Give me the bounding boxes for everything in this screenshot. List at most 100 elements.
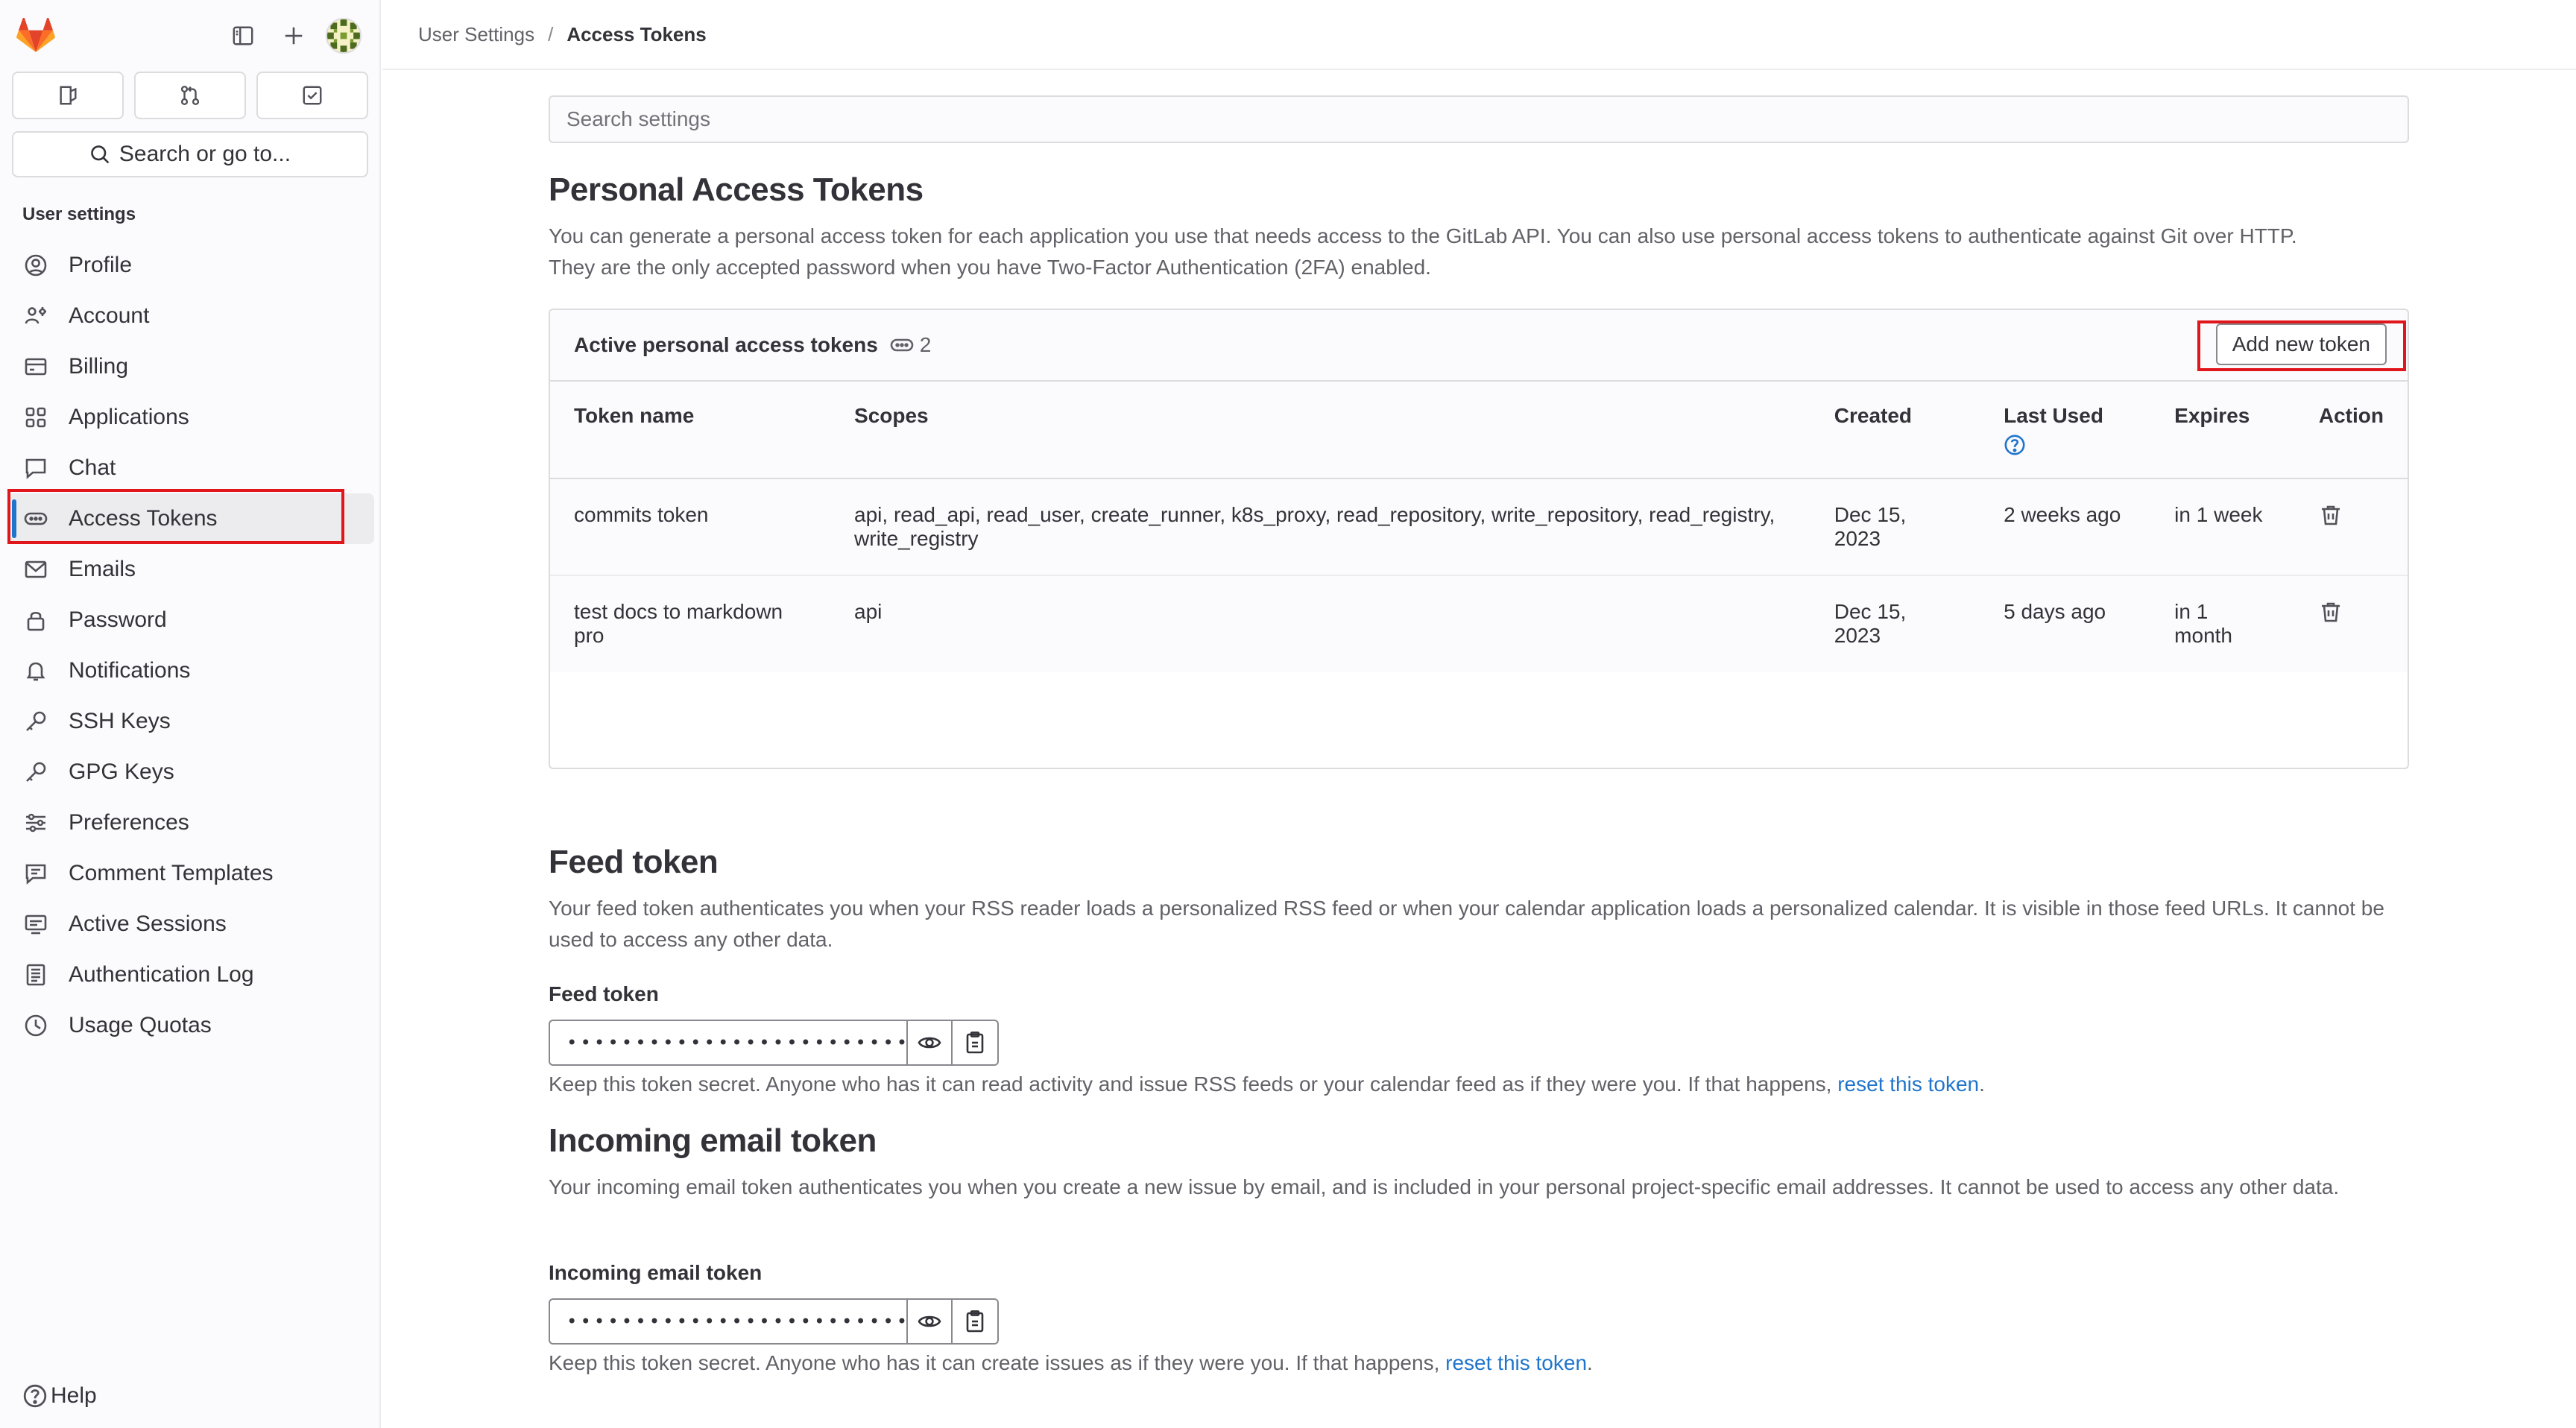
token-created-cell: Dec 15, 2023 bbox=[1810, 575, 1980, 672]
tokens-card-header: Active personal access tokens 2 Add new … bbox=[550, 310, 2408, 382]
sidebar-item-chat[interactable]: Chat bbox=[9, 443, 374, 493]
breadcrumb-current[interactable]: Access Tokens bbox=[566, 23, 706, 46]
pat-description-line2: They are the only accepted password when… bbox=[549, 256, 1431, 279]
trash-icon bbox=[2321, 602, 2340, 622]
preferences-icon bbox=[22, 809, 49, 836]
feed-token-title: Feed token bbox=[549, 844, 719, 880]
feed-token-description: Your feed token authenticates you when y… bbox=[549, 897, 2384, 951]
reset-feed-token-link[interactable]: reset this token bbox=[1837, 1072, 1979, 1096]
sidebar-item-profile[interactable]: Profile bbox=[9, 240, 374, 291]
token-name-cell: commits token bbox=[550, 478, 831, 576]
todo-button[interactable] bbox=[256, 72, 368, 119]
comment-icon bbox=[22, 860, 49, 887]
column-header-expires: Expires bbox=[2150, 382, 2295, 479]
sidebar-item-billing[interactable]: Billing bbox=[9, 341, 374, 392]
profile-icon bbox=[22, 252, 49, 279]
sidebar-heading: User settings bbox=[22, 204, 136, 224]
sidebar-item-ssh-keys[interactable]: SSH Keys bbox=[9, 696, 374, 747]
plus-icon[interactable] bbox=[279, 21, 309, 51]
token-scopes-cell: api, read_api, read_user, create_runner,… bbox=[830, 478, 1811, 576]
token-last-used-cell: 2 weeks ago bbox=[1980, 478, 2151, 576]
show-token-button[interactable] bbox=[906, 1298, 953, 1345]
chat-icon bbox=[22, 455, 49, 481]
issues-icon bbox=[60, 86, 77, 105]
revoke-token-button[interactable] bbox=[2319, 602, 2343, 628]
pat-title: Personal Access Tokens bbox=[549, 171, 924, 208]
collapse-sidebar-icon[interactable] bbox=[228, 21, 258, 51]
main-content: Search settings Personal Access Tokens Y… bbox=[549, 95, 2409, 1374]
clipboard-icon bbox=[966, 1031, 984, 1054]
incoming-email-token-hint: Keep this token secret. Anyone who has i… bbox=[549, 1348, 1593, 1379]
sidebar-item-notifications[interactable]: Notifications bbox=[9, 645, 374, 696]
token-scopes-cell: api bbox=[830, 575, 1811, 672]
token-expires-cell: in 1 week bbox=[2150, 478, 2295, 576]
tokens-table: Token name Scopes Created Last Used Expi… bbox=[550, 382, 2408, 672]
help-button[interactable]: Help bbox=[22, 1383, 97, 1409]
sidebar-item-label: Active Sessions bbox=[69, 912, 227, 936]
quick-actions bbox=[12, 72, 368, 119]
account-icon bbox=[22, 303, 49, 329]
gitlab-logo-icon[interactable] bbox=[16, 16, 55, 54]
merge-requests-button[interactable] bbox=[134, 72, 246, 119]
sidebar-item-label: Password bbox=[69, 607, 167, 632]
table-header-row: Token name Scopes Created Last Used Expi… bbox=[550, 382, 2408, 479]
reset-incoming-token-link[interactable]: reset this token bbox=[1445, 1351, 1587, 1374]
token-action-cell bbox=[2294, 575, 2408, 672]
feed-token-field: •••••••••••••••••••••••••• bbox=[549, 1020, 999, 1066]
sidebar-item-usage-quotas[interactable]: Usage Quotas bbox=[9, 1000, 374, 1051]
eye-icon bbox=[918, 1315, 941, 1327]
sidebar-item-active-sessions[interactable]: Active Sessions bbox=[9, 899, 374, 950]
clipboard-icon bbox=[966, 1310, 984, 1333]
sidebar-item-emails[interactable]: Emails bbox=[9, 544, 374, 595]
sidebar-item-label: GPG Keys bbox=[69, 759, 174, 784]
incoming-token-hint-text: Keep this token secret. Anyone who has i… bbox=[549, 1351, 1440, 1374]
breadcrumb-parent[interactable]: User Settings bbox=[418, 23, 534, 46]
sidebar-item-password[interactable]: Password bbox=[9, 595, 374, 645]
key-icon bbox=[22, 708, 49, 735]
token-expires-cell: in 1 month bbox=[2150, 575, 2295, 672]
sidebar-item-label: Authentication Log bbox=[69, 962, 254, 987]
copy-token-button[interactable] bbox=[953, 1020, 999, 1066]
revoke-token-button[interactable] bbox=[2319, 505, 2343, 531]
sidebar-item-account[interactable]: Account bbox=[9, 291, 374, 341]
show-token-button[interactable] bbox=[906, 1020, 953, 1066]
sidebar-item-preferences[interactable]: Preferences bbox=[9, 797, 374, 848]
sidebar-item-gpg-keys[interactable]: GPG Keys bbox=[9, 747, 374, 797]
highlight-annotation bbox=[2197, 320, 2406, 371]
token-count: 2 bbox=[890, 333, 931, 357]
sidebar-item-comment-templates[interactable]: Comment Templates bbox=[9, 848, 374, 899]
help-icon[interactable] bbox=[2004, 434, 2026, 456]
column-header-action: Action bbox=[2294, 382, 2408, 479]
feed-token-input[interactable]: •••••••••••••••••••••••••• bbox=[549, 1020, 921, 1066]
column-header-last-used-label: Last Used bbox=[2004, 404, 2103, 427]
search-or-go-button[interactable]: Search or go to... bbox=[12, 131, 368, 177]
avatar[interactable] bbox=[326, 18, 362, 54]
search-settings-input[interactable]: Search settings bbox=[549, 95, 2409, 143]
feed-token-label: Feed token bbox=[549, 982, 659, 1005]
column-header-created: Created bbox=[1810, 382, 1980, 479]
quota-icon bbox=[22, 1012, 49, 1039]
sidebar-item-applications[interactable]: Applications bbox=[9, 392, 374, 443]
lock-icon bbox=[22, 607, 49, 634]
sidebar-item-label: Chat bbox=[69, 455, 116, 480]
token-name-cell: test docs to markdown pro bbox=[550, 575, 831, 672]
column-header-scopes: Scopes bbox=[830, 382, 1811, 479]
sidebar-item-label: Profile bbox=[69, 253, 133, 277]
sidebar-item-authentication-log[interactable]: Authentication Log bbox=[9, 950, 374, 1000]
sidebar-item-label: Applications bbox=[69, 405, 189, 429]
issues-button[interactable] bbox=[12, 72, 124, 119]
incoming-token-hint-end: . bbox=[1587, 1351, 1593, 1374]
feed-token-hint-end: . bbox=[1979, 1072, 1985, 1096]
breadcrumb: User Settings / Access Tokens bbox=[382, 0, 2576, 70]
incoming-email-token-input[interactable]: •••••••••••••••••••••••••• bbox=[549, 1298, 921, 1345]
log-icon bbox=[22, 961, 49, 988]
token-action-cell bbox=[2294, 478, 2408, 576]
sidebar-item-label: Billing bbox=[69, 354, 129, 379]
mail-icon bbox=[22, 556, 49, 583]
merge-request-icon bbox=[180, 85, 200, 106]
incoming-email-token-description: Your incoming email token authenticates … bbox=[549, 1175, 2340, 1198]
copy-token-button[interactable] bbox=[953, 1298, 999, 1345]
incoming-email-token-field: •••••••••••••••••••••••••• bbox=[549, 1298, 999, 1345]
pat-description: You can generate a personal access token… bbox=[549, 221, 2409, 283]
sidebar-item-label: Comment Templates bbox=[69, 861, 274, 885]
